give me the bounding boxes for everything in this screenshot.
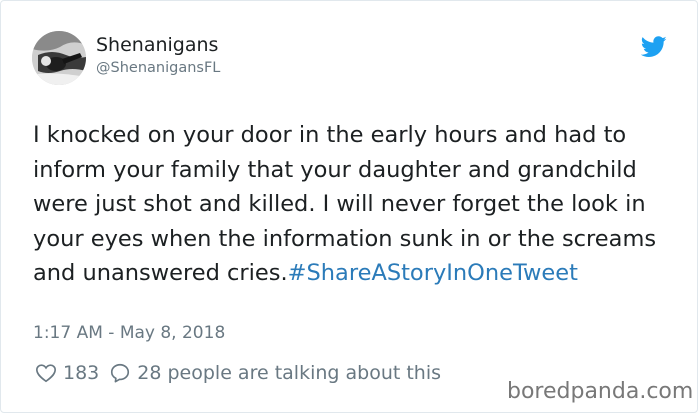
tweet-text: I knocked on your door in the early hour… <box>33 118 683 291</box>
like-action[interactable]: 183 <box>35 362 109 384</box>
display-name[interactable]: Shenanigans <box>96 34 218 56</box>
talking-about-text: 28 people are talking about this <box>137 362 442 384</box>
tweet-actions: 183 28 people are talking about this <box>35 360 441 386</box>
speech-bubble-icon <box>111 363 130 383</box>
avatar-image <box>32 31 86 85</box>
reply-action[interactable]: 28 people are talking about this <box>109 362 441 384</box>
like-count: 183 <box>63 362 100 384</box>
user-handle[interactable]: @ShenanigansFL <box>96 60 220 76</box>
heart-icon <box>36 364 56 383</box>
timestamp[interactable]: 1:17 AM - May 8, 2018 <box>33 323 225 343</box>
avatar[interactable] <box>32 31 86 85</box>
hashtag-link[interactable]: #ShareAStoryInOneTweet <box>288 260 578 286</box>
watermark: boredpanda.com <box>507 379 694 404</box>
twitter-bird-icon[interactable] <box>641 36 667 58</box>
tweet-card: Shenanigans @ShenanigansFL I knocked on … <box>0 0 698 413</box>
